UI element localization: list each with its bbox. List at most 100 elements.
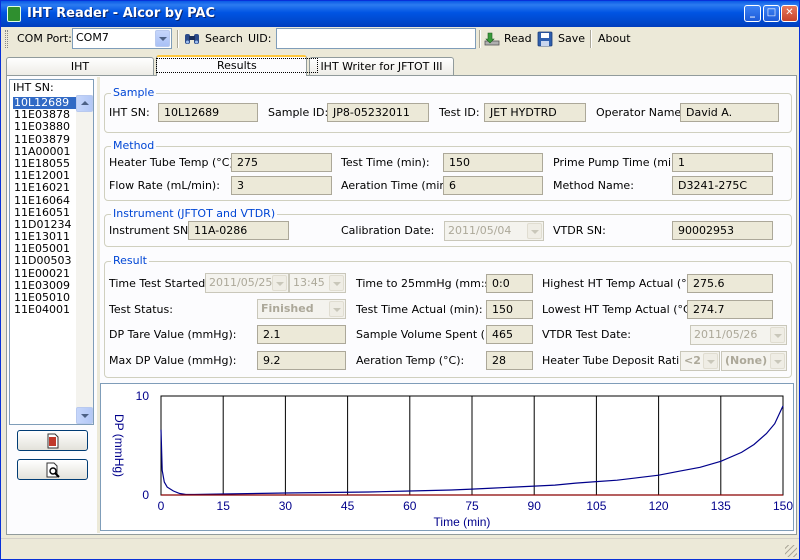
toolbar-separator [590, 30, 592, 48]
sample-volume-field: 465 [486, 325, 533, 344]
sample-legend: Sample [111, 86, 157, 99]
maximize-button[interactable]: □ [763, 5, 780, 22]
uid-input[interactable] [276, 28, 476, 49]
instrument-sn-field: 11A-0286 [188, 221, 289, 240]
test-time-actual-label: Test Time Actual (min): [356, 303, 483, 316]
x-tick-label: 105 [586, 499, 606, 513]
save-button[interactable]: Save [558, 32, 585, 45]
about-button[interactable]: About [598, 32, 631, 45]
prime-pump-label: Prime Pump Time (min): [553, 156, 687, 169]
iht-sn-label: IHT SN: [109, 106, 150, 119]
max-dp-label: Max DP Value (mmHg): [109, 354, 237, 367]
list-item[interactable]: 11E00021 [13, 267, 77, 280]
test-id-field: JET HYDTRD [484, 103, 586, 122]
sample-id-field: JP8-05232011 [327, 103, 429, 122]
toolbar: COM Port: COM7 Search UID: Read Save Abo… [3, 28, 797, 50]
highest-ht-label: Highest HT Temp Actual (°C): [542, 277, 703, 290]
operator-name-field: David A. [680, 103, 779, 122]
heater-temp-label: Heater Tube Temp (°C): [109, 156, 238, 169]
x-tick-label: 75 [465, 499, 479, 513]
lowest-ht-label: Lowest HT Temp Actual (°C): [542, 303, 699, 316]
list-item[interactable]: 11E16064 [13, 194, 77, 207]
deposit-rating-label: Heater Tube Deposit Rating: [542, 354, 697, 367]
dp-chart-svg: 0 15 30 45 60 75 90 105 120 135 150 0 10 DP (mmHg) Tim… [112, 389, 793, 529]
test-time-label: Test Time (min): [341, 156, 430, 169]
list-item[interactable]: 11D00503 [13, 255, 77, 267]
title-bar[interactable]: IHT Reader - Alcor by PAC _ □ ✕ [1, 1, 799, 27]
com-port-label: COM Port: [17, 32, 72, 45]
x-tick-label: 120 [649, 499, 669, 513]
spin-icon [329, 275, 344, 291]
print-preview-icon [46, 462, 60, 478]
time-started-time-picker: 13:45 [289, 273, 346, 293]
search-button[interactable]: Search [205, 32, 243, 45]
method-name-label: Method Name: [553, 179, 634, 192]
operator-name-label: Operator Name: [596, 106, 685, 119]
y-axis-label: DP (mmHg) [112, 414, 126, 477]
aeration-time-field: 6 [443, 176, 543, 195]
document-icon [47, 433, 59, 449]
flow-rate-field: 3 [231, 176, 332, 195]
iht-sn-list[interactable]: IHT SN: 10L12689 11E03878 11E03880 11E03879… [9, 79, 94, 425]
instrument-legend: Instrument (JFTOT and VTDR) [111, 207, 278, 220]
toolbar-separator [177, 30, 179, 48]
chevron-down-icon [703, 353, 718, 369]
status-bar [1, 538, 799, 559]
app-window: IHT Reader - Alcor by PAC _ □ ✕ COM Port… [0, 0, 800, 560]
time-started-label: Time Test Started: [109, 277, 209, 290]
list-scrollbar[interactable] [76, 95, 93, 424]
x-axis-label: Time (min) [434, 515, 491, 529]
test-status-value: Finished [261, 302, 314, 315]
vtdr-test-date-picker: 2011/05/26 [690, 325, 787, 345]
vtdr-sn-field: 90002953 [672, 221, 773, 240]
com-port-value: COM7 [76, 31, 109, 44]
uid-label: UID: [248, 32, 272, 45]
list-item[interactable]: 11E04001 [13, 304, 77, 316]
read-button[interactable]: Read [504, 32, 532, 45]
aeration-temp-label: Aeration Temp (°C): [356, 354, 465, 367]
iht-sn-header: IHT SN: [13, 81, 54, 94]
aeration-temp-field: 28 [486, 351, 533, 370]
vtdr-test-date-label: VTDR Test Date: [542, 328, 632, 341]
list-item[interactable]: 11E03879 [13, 133, 77, 146]
deposit-extra-value: (None) [725, 354, 768, 367]
test-status-select: Finished [257, 299, 346, 319]
iht-sn-field: 10L12689 [158, 103, 258, 122]
chevron-down-icon [527, 223, 542, 239]
method-legend: Method [111, 139, 157, 152]
toolbar-separator [479, 30, 481, 48]
read-icon[interactable] [484, 31, 500, 47]
list-item[interactable]: 11E03880 [13, 121, 77, 133]
tab-results[interactable]: Results [156, 55, 318, 76]
minimize-button[interactable]: _ [744, 5, 761, 22]
binoculars-icon[interactable] [184, 31, 200, 47]
toolbar-grip[interactable] [5, 30, 8, 48]
x-tick-label: 30 [279, 499, 293, 513]
deposit-rating-select: <2 [680, 351, 720, 371]
resize-grip-icon[interactable] [785, 545, 797, 557]
scroll-up-icon[interactable] [76, 95, 93, 112]
calibration-date-value: 2011/05/04 [448, 224, 512, 237]
aeration-time-label: Aeration Time (min): [341, 179, 455, 192]
print-preview-button[interactable] [17, 459, 88, 480]
tab-iht[interactable]: IHT [6, 57, 154, 76]
close-button[interactable]: ✕ [781, 5, 798, 22]
deposit-extra-select: (None) [721, 351, 787, 371]
lowest-ht-field: 274.7 [687, 300, 773, 319]
max-dp-field: 9.2 [257, 351, 346, 370]
export-pdf-button[interactable] [17, 430, 88, 451]
iht-sn-items[interactable]: 10L12689 11E03878 11E03880 11E03879 11A00001… [13, 96, 77, 316]
vtdr-sn-label: VTDR SN: [553, 224, 606, 237]
chevron-down-icon [770, 353, 785, 369]
floppy-disk-icon[interactable] [537, 31, 553, 47]
tab-iht-writer[interactable]: IHT Writer for JFTOT III [309, 57, 454, 76]
y-tick-label: 0 [142, 488, 149, 502]
tab-strip: IHT Results IHT Writer for JFTOT III [6, 55, 795, 76]
test-time-actual-field: 150 [486, 300, 533, 319]
x-tick-label: 0 [158, 499, 165, 513]
chevron-down-icon[interactable] [155, 30, 170, 47]
list-item[interactable]: 11E16021 [13, 182, 77, 194]
com-port-select[interactable]: COM7 [72, 28, 172, 49]
scroll-down-icon[interactable] [76, 407, 93, 424]
test-id-label: Test ID: [439, 106, 480, 119]
